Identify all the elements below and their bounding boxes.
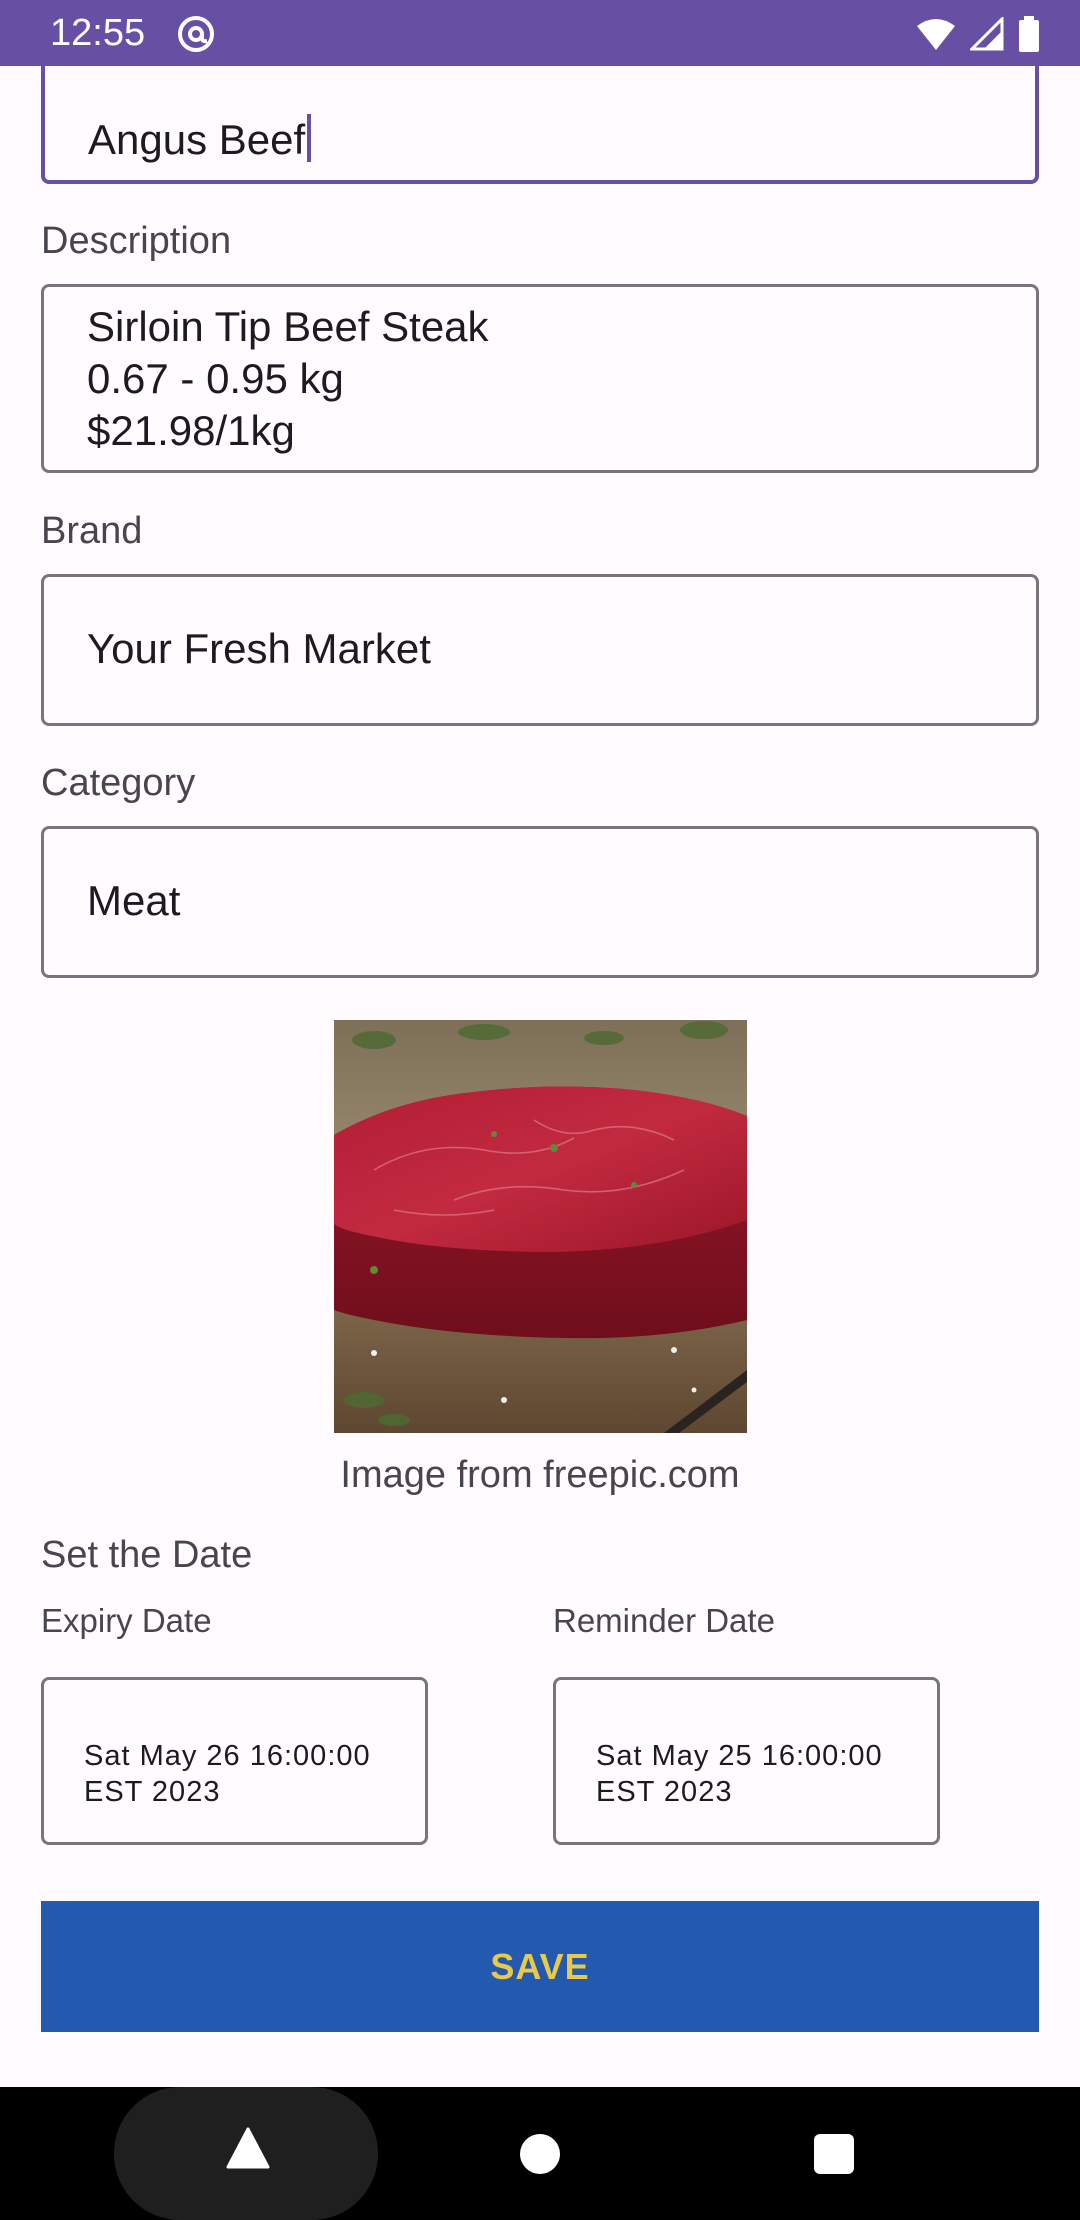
back-triangle-icon[interactable] <box>226 2127 270 2171</box>
set-date-heading: Set the Date <box>41 1534 253 1576</box>
category-field[interactable]: Meat <box>41 826 1039 978</box>
reminder-date-label: Reminder Date <box>553 1602 775 1639</box>
save-button[interactable]: SAVE <box>41 1901 1039 2032</box>
product-image[interactable] <box>334 1020 747 1433</box>
battery-icon <box>1019 16 1039 52</box>
status-icons <box>916 14 1040 54</box>
home-circle-icon[interactable] <box>520 2134 560 2174</box>
edit-item-form[interactable]: Angus Beef Description Sirloin Tip Beef … <box>0 66 1080 2087</box>
recents-square-icon[interactable] <box>814 2134 854 2174</box>
category-field-value: Meat <box>87 877 181 924</box>
image-caption: Image from freepic.com <box>340 1454 740 1496</box>
reminder-date-button[interactable]: Sat May 25 16:00:00 EST 2023 <box>553 1677 940 1845</box>
brand-field[interactable]: Your Fresh Market <box>41 574 1039 726</box>
reminder-date-value: Sat May 25 16:00:00 EST 2023 <box>596 1740 883 1808</box>
description-label: Description <box>41 220 232 262</box>
at-sign-circle-icon <box>178 16 214 52</box>
name-field[interactable]: Angus Beef <box>41 66 1039 184</box>
brand-field-value: Your Fresh Market <box>87 625 431 672</box>
navigation-bar <box>0 2087 1080 2220</box>
name-field-value: Angus Beef <box>88 116 306 163</box>
description-field[interactable]: Sirloin Tip Beef Steak 0.67 - 0.95 kg $2… <box>41 284 1039 473</box>
wifi-icon <box>917 19 955 50</box>
category-label: Category <box>41 762 196 804</box>
expiry-date-button[interactable]: Sat May 26 16:00:00 EST 2023 <box>41 1677 428 1845</box>
brand-label: Brand <box>41 510 143 552</box>
cellular-signal-icon <box>970 17 1004 51</box>
text-cursor <box>307 114 312 162</box>
status-time: 12:55 <box>50 12 146 54</box>
beef-steak-photo <box>334 1020 747 1433</box>
expiry-date-value: Sat May 26 16:00:00 EST 2023 <box>84 1740 371 1808</box>
expiry-date-label: Expiry Date <box>41 1602 212 1639</box>
status-bar: 12:55 <box>0 0 1080 66</box>
description-field-value: Sirloin Tip Beef Steak 0.67 - 0.95 kg $2… <box>87 303 489 454</box>
